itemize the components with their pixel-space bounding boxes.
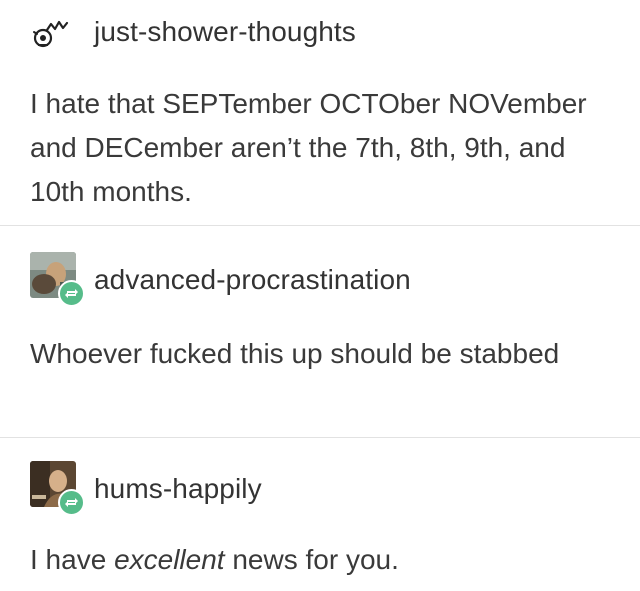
post-header: just-shower-thoughts (30, 14, 630, 54)
post-header: hums-happily (30, 461, 630, 516)
body-text-end: news for you. (224, 544, 399, 575)
post-body: I have excellent news for you. (30, 538, 620, 582)
post-body: Whoever fucked this up should be stabbed (30, 338, 560, 369)
avatar[interactable] (30, 252, 85, 307)
username[interactable]: hums-happily (94, 475, 262, 503)
username[interactable]: just-shower-thoughts (94, 18, 356, 46)
post-hums-happily: hums-happily I have excellent news for y… (0, 437, 640, 591)
body-text-start: I have (30, 544, 115, 575)
reblog-icon (58, 280, 85, 307)
post-just-shower-thoughts: just-shower-thoughts I hate that SEPTemb… (0, 0, 640, 225)
avatar[interactable] (30, 461, 85, 516)
reblog-icon (58, 489, 85, 516)
username[interactable]: advanced-procrastination (94, 266, 411, 294)
emphasized-word: excellent (114, 544, 225, 575)
post-header: advanced-procrastination (30, 252, 630, 307)
post-body: I hate that SEPTember OCTOber NOVember a… (30, 88, 587, 207)
post-advanced-procrastination: advanced-procrastination Whoever fucked … (0, 225, 640, 437)
lightbulb-doodle-icon[interactable] (30, 14, 74, 58)
